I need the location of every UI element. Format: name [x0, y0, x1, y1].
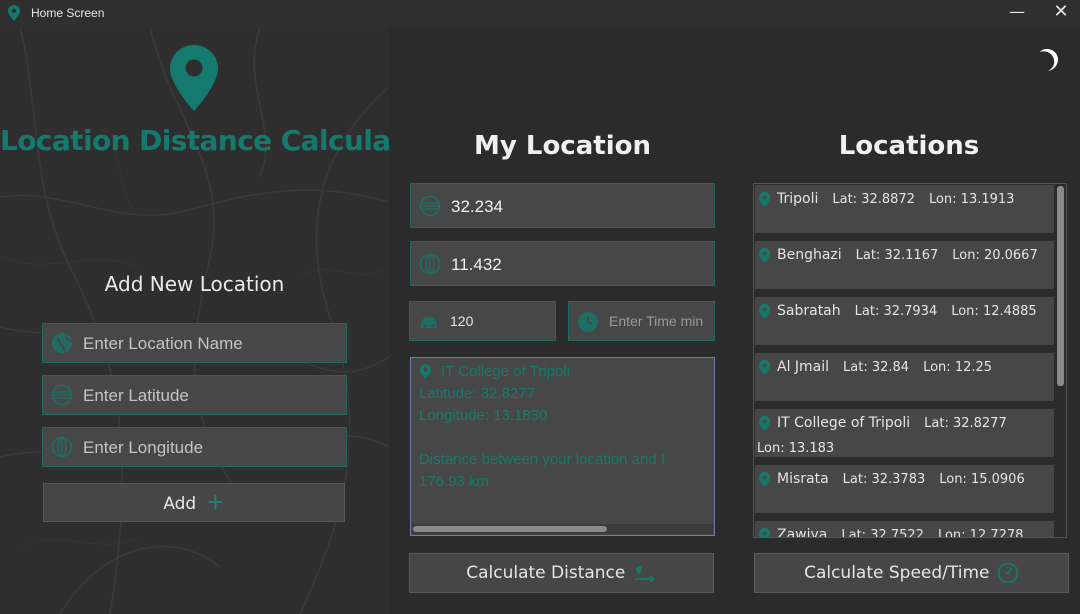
- clock-icon: [578, 312, 598, 332]
- location-name-placeholder: Enter Location Name: [83, 334, 243, 353]
- map-background: [0, 27, 389, 614]
- distance-result-box[interactable]: IT College of Tripoli Latitude: 32.8277 …: [410, 357, 715, 536]
- my-location-title: My Location: [474, 131, 651, 161]
- location-lon: Lon: 13.1913: [928, 192, 1015, 207]
- location-name-input[interactable]: Enter Location Name: [42, 323, 347, 363]
- speed-input[interactable]: 120: [409, 301, 556, 341]
- car-icon: [421, 317, 437, 328]
- app-window: Home Screen — ✕ Location Distance Calcul…: [0, 0, 1080, 614]
- location-lat: Lat: 32.7934: [854, 304, 938, 319]
- my-latitude-value: 32.234: [451, 197, 503, 216]
- location-text: Sabratah Lat: 32.7934 Lon: 12.4885: [777, 303, 1037, 319]
- location-lat: Lat: 32.8277: [924, 416, 1007, 431]
- latitude-icon: [51, 384, 73, 406]
- result-line: 176.93 km: [419, 473, 490, 490]
- location-lon: Lon: 12.7278: [937, 528, 1024, 538]
- add-location-title: Add New Location: [104, 272, 285, 296]
- location-pin-icon: [759, 192, 770, 207]
- longitude-icon: [419, 253, 441, 275]
- add-location-panel: Location Distance Calculator Add New Loc…: [0, 27, 389, 614]
- latitude-placeholder: Enter Latitude: [83, 386, 189, 405]
- location-text: Misrata Lat: 32.3783 Lon: 15.0906: [777, 471, 1025, 487]
- location-name: Zawiya: [777, 527, 828, 538]
- location-pin-icon: [170, 45, 218, 111]
- longitude-input[interactable]: Enter Longitude: [42, 427, 347, 467]
- location-pin-icon: [759, 248, 770, 263]
- result-line: Distance between your location and I: [419, 451, 665, 468]
- list-item[interactable]: Benghazi Lat: 32.1167 Lon: 20.0667: [754, 240, 1055, 290]
- location-lat: Lat: 32.1167: [855, 248, 939, 263]
- my-latitude-input[interactable]: 32.234: [410, 183, 715, 228]
- route-icon: [634, 566, 656, 582]
- location-lat: Lat: 32.3783: [842, 472, 926, 487]
- location-text: Al Jmail Lat: 32.84 Lon: 12.25: [777, 359, 992, 375]
- latitude-input[interactable]: Enter Latitude: [42, 375, 347, 415]
- location-name: Benghazi: [777, 247, 842, 263]
- location-text: Tripoli Lat: 32.8872 Lon: 13.1913: [777, 191, 1014, 207]
- list-item[interactable]: Tripoli Lat: 32.8872 Lon: 13.1913: [754, 184, 1055, 234]
- location-pin-icon: [759, 360, 770, 375]
- location-lon: Lon: 20.0667: [952, 248, 1038, 263]
- location-pin-icon: [420, 364, 431, 379]
- result-line: IT College of Tripoli: [441, 363, 570, 380]
- app-heading: Location Distance Calculator: [0, 124, 389, 157]
- vertical-scrollbar[interactable]: [1057, 186, 1064, 386]
- location-text: Benghazi Lat: 32.1167 Lon: 20.0667: [777, 247, 1038, 263]
- longitude-placeholder: Enter Longitude: [83, 438, 204, 457]
- list-item[interactable]: Misrata Lat: 32.3783 Lon: 15.0906: [754, 464, 1055, 514]
- longitude-icon: [51, 436, 73, 458]
- list-item[interactable]: Zawiya Lat: 32.7522 Lon: 12.7278: [754, 520, 1055, 538]
- list-item[interactable]: IT College of Tripoli Lat: 32.8277 Lon: 1…: [754, 408, 1055, 458]
- location-text: Zawiya Lat: 32.7522 Lon: 12.7278: [777, 527, 1024, 538]
- locations-title: Locations: [838, 131, 980, 161]
- location-name: Sabratah: [777, 303, 841, 319]
- calculate-distance-label: Calculate Distance: [466, 563, 626, 583]
- my-longitude-input[interactable]: 11.432: [410, 241, 715, 286]
- calculate-distance-button[interactable]: Calculate Distance: [409, 553, 714, 593]
- location-name: Al Jmail: [777, 359, 830, 375]
- result-line: Longitude: 13.1830: [419, 407, 548, 424]
- location-text: IT College of Tripoli Lat: 32.8277: [777, 415, 1007, 431]
- add-button-label: Add: [163, 494, 197, 514]
- location-lon: Lon: 12.25: [923, 360, 993, 375]
- plus-icon: +: [206, 490, 225, 515]
- add-button[interactable]: Add +: [43, 483, 345, 522]
- speedometer-icon: [997, 562, 1019, 584]
- list-item[interactable]: Sabratah Lat: 32.7934 Lon: 12.4885: [754, 296, 1055, 346]
- location-pin-icon: [759, 528, 770, 537]
- location-pin-icon: [759, 472, 770, 487]
- window-title: Home Screen: [31, 6, 105, 20]
- calculate-speed-time-button[interactable]: Calculate Speed/Time: [754, 553, 1069, 593]
- locations-list[interactable]: Tripoli Lat: 32.8872 Lon: 13.1913 Benghazi…: [753, 183, 1067, 538]
- location-lat: Lat: 32.84: [843, 360, 910, 375]
- calculate-speed-time-label: Calculate Speed/Time: [804, 563, 990, 583]
- location-lon: Lon: 12.4885: [951, 304, 1037, 319]
- speed-value: 120: [450, 313, 474, 329]
- location-pin-icon: [759, 416, 770, 431]
- location-lon: Lon: 13.183: [757, 441, 835, 456]
- location-name: IT College of Tripoli: [777, 415, 911, 431]
- location-lon: Lon: 15.0906: [939, 472, 1025, 487]
- time-input[interactable]: Enter Time min: [568, 301, 715, 341]
- location-lat: Lat: 32.7522: [841, 528, 924, 538]
- location-pin-icon: [8, 5, 20, 21]
- list-item[interactable]: Al Jmail Lat: 32.84 Lon: 12.25: [754, 352, 1055, 402]
- location-name: Tripoli: [777, 191, 819, 207]
- title-bar: Home Screen — ✕: [0, 0, 1080, 27]
- moon-icon[interactable]: [1036, 47, 1062, 73]
- horizontal-scroll-thumb[interactable]: [413, 526, 607, 532]
- location-lat: Lat: 32.8872: [832, 192, 915, 207]
- globe-icon: [52, 333, 72, 353]
- time-placeholder: Enter Time min: [609, 313, 704, 329]
- location-pin-icon: [759, 304, 770, 319]
- location-name: Misrata: [777, 471, 829, 487]
- latitude-icon: [419, 195, 441, 217]
- minimize-button[interactable]: —: [994, 0, 1040, 27]
- close-button[interactable]: ✕: [1038, 0, 1080, 27]
- my-longitude-value: 11.432: [451, 255, 502, 274]
- result-line: Latitude: 32.8277: [419, 385, 535, 402]
